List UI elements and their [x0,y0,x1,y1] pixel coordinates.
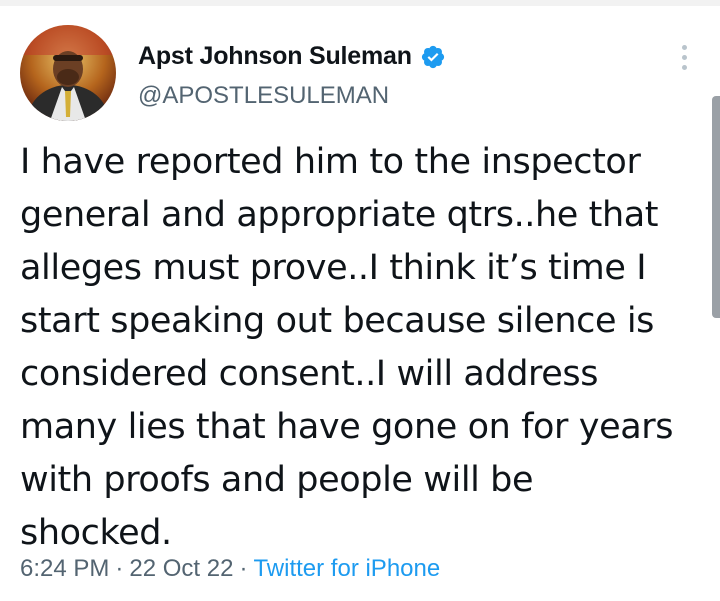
author-name-row[interactable]: Apst Johnson Suleman [138,42,446,71]
author-handle[interactable]: @APOSTLESULEMAN [138,82,389,110]
tweet-text-line: many lies that have gone on for years [20,407,674,447]
scrollbar[interactable] [712,96,720,318]
tweet-text-line: shocked. [20,513,172,553]
verified-badge-icon [421,45,444,68]
tweet-date[interactable]: 22 Oct 22 [129,555,233,582]
tweet-text-line: alleges must prove..I think it’s time I [20,248,647,288]
more-dot [681,64,687,70]
tweet-text-line: start speaking out because silence is [20,301,655,341]
more-options-button[interactable] [672,40,696,74]
tweet-source-link[interactable]: Twitter for iPhone [253,555,440,582]
tweet-meta: 6:24 PM · 22 Oct 22 · Twitter for iPhone [20,555,440,583]
tweet-text-line: general and appropriate qtrs..he that [20,195,659,235]
top-divider [0,0,720,6]
tweet-time[interactable]: 6:24 PM [20,555,109,582]
more-vertical-icon [681,44,687,50]
meta-separator: · [115,555,124,582]
meta-separator: · [239,555,248,582]
author-display-name[interactable]: Apst Johnson Suleman [138,42,412,71]
tweet-text-line: considered consent..I will address [20,354,599,394]
tweet-text: I have reported him to the inspector gen… [20,136,700,560]
more-dot [681,54,687,60]
avatar[interactable] [20,25,116,121]
tweet-text-line: I have reported him to the inspector [20,142,641,182]
tweet-text-line: with proofs and people will be [20,460,534,500]
